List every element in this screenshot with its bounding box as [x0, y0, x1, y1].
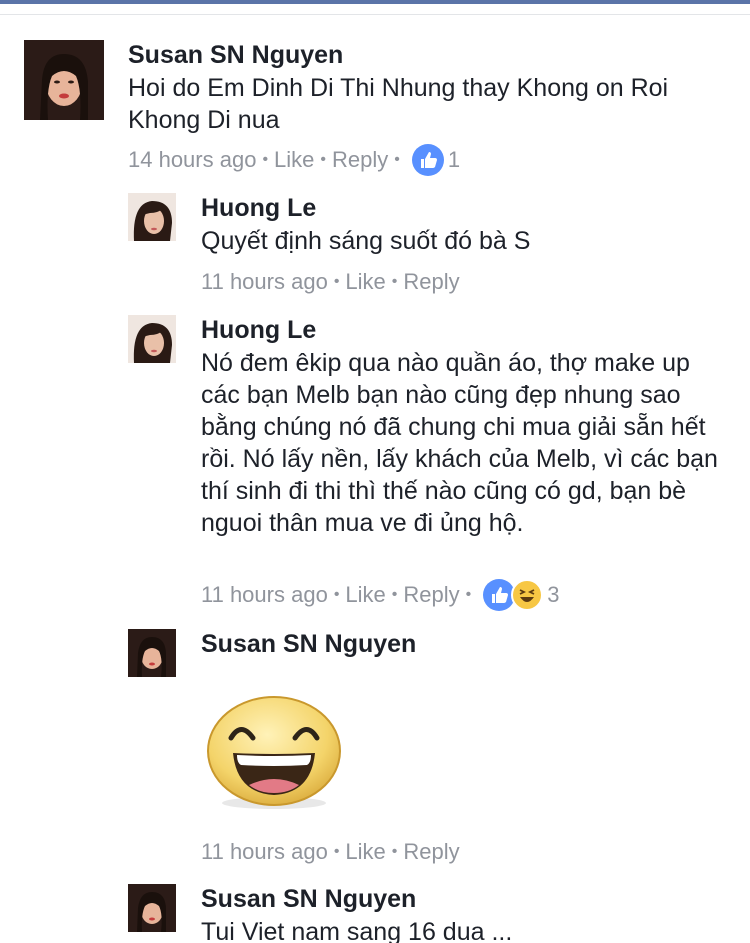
separator-dot: • — [320, 151, 327, 168]
commenter-name[interactable]: Susan SN Nguyen — [201, 629, 721, 659]
reply-link[interactable]: Reply — [332, 147, 388, 173]
avatar[interactable] — [128, 629, 176, 677]
reply-link[interactable]: Reply — [403, 269, 459, 295]
separator-dot: • — [465, 586, 472, 603]
comment-timestamp[interactable]: 11 hours ago — [201, 582, 328, 608]
separator-dot: • — [333, 586, 340, 603]
comment-actions: 11 hours ago • Like • Reply • 3 — [201, 578, 560, 612]
commenter-name[interactable]: Huong Le — [201, 193, 721, 223]
commenter-name[interactable]: Huong Le — [201, 315, 726, 345]
separator-dot: • — [262, 151, 269, 168]
comment-actions: 14 hours ago • Like • Reply • 1 — [128, 143, 460, 177]
comment-text: Quyết định sáng suốt đó bà S — [201, 227, 531, 255]
reaction-count[interactable]: 3 — [547, 582, 559, 608]
reply-link[interactable]: Reply — [403, 582, 459, 608]
reply-link[interactable]: Reply — [403, 839, 459, 865]
like-link[interactable]: Like — [274, 147, 314, 173]
comment-actions: 11 hours ago • Like • Reply — [201, 266, 460, 298]
like-icon[interactable] — [411, 144, 444, 176]
top-separator — [0, 14, 750, 15]
haha-icon[interactable] — [511, 579, 544, 611]
separator-dot: • — [333, 273, 340, 290]
laughing-face-sticker[interactable] — [203, 693, 345, 813]
separator-dot: • — [333, 843, 340, 860]
like-link[interactable]: Like — [345, 582, 385, 608]
separator-dot: • — [391, 843, 398, 860]
comment-timestamp[interactable]: 11 hours ago — [201, 269, 328, 295]
commenter-name[interactable]: Susan SN Nguyen — [128, 40, 718, 70]
comment-actions: 11 hours ago • Like • Reply — [201, 836, 460, 868]
like-link[interactable]: Like — [345, 839, 385, 865]
top-border — [0, 0, 750, 4]
like-link[interactable]: Like — [345, 269, 385, 295]
separator-dot: • — [394, 151, 400, 168]
avatar[interactable] — [128, 315, 176, 363]
comment-text: Nó đem êkip qua nào quần áo, thợ make up… — [201, 349, 718, 537]
comment-timestamp[interactable]: 11 hours ago — [201, 839, 328, 865]
commenter-name[interactable]: Susan SN Nguyen — [201, 884, 721, 914]
comment-timestamp[interactable]: 14 hours ago — [128, 147, 256, 173]
reply-comment: Huong Le Nó đem êkip qua nào quần áo, th… — [128, 315, 728, 585]
reaction-count[interactable]: 1 — [448, 147, 460, 173]
avatar[interactable] — [24, 40, 104, 120]
comment-text: Hoi do Em Dinh Di Thi Nhung thay Khong o… — [128, 74, 669, 134]
separator-dot: • — [391, 273, 398, 290]
avatar[interactable] — [128, 884, 176, 932]
reply-comment: Susan SN Nguyen Tui Viet nam sang 16 dua… — [128, 884, 728, 943]
avatar[interactable] — [128, 193, 176, 241]
comment-text: Tui Viet nam sang 16 dua ... — [201, 918, 513, 943]
separator-dot: • — [391, 586, 398, 603]
